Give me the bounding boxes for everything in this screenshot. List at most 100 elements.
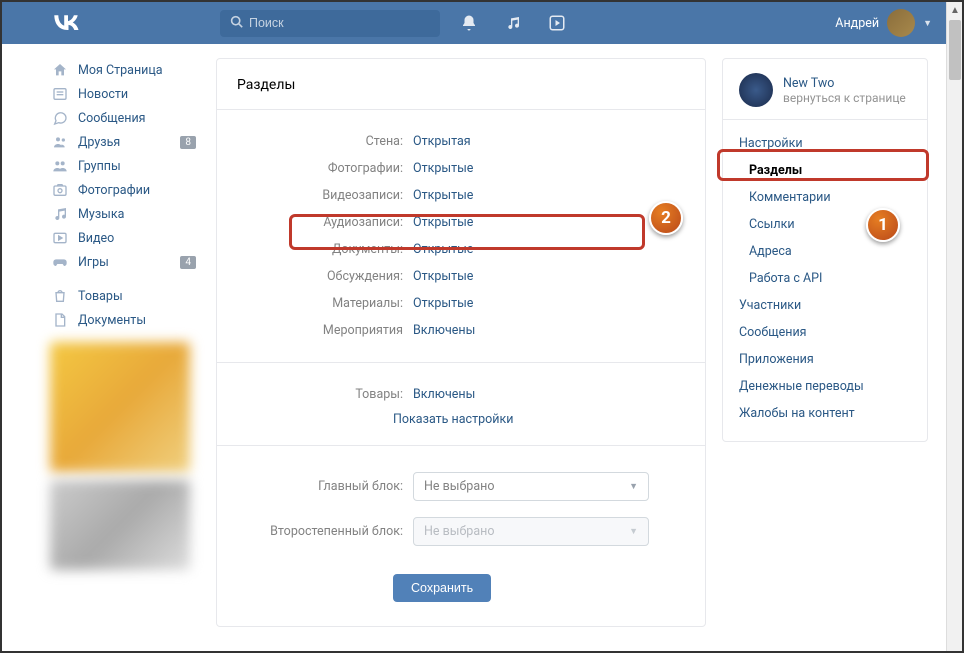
- setting-row: Документы:Открытые: [247, 236, 675, 263]
- chevron-down-icon: ▼: [629, 481, 638, 492]
- nav-item-doc[interactable]: Документы: [50, 308, 200, 332]
- search-input[interactable]: [249, 16, 430, 30]
- scrollbar[interactable]: ▲: [946, 2, 962, 651]
- groups-icon: [50, 158, 70, 174]
- right-nav-item[interactable]: Настройки: [723, 130, 927, 157]
- setting-value[interactable]: Открытые: [413, 215, 473, 230]
- right-nav-item[interactable]: Участники: [723, 292, 927, 319]
- setting-label: Фотографии:: [247, 161, 413, 176]
- nav-label: Видео: [78, 231, 114, 246]
- setting-label: Видеозаписи:: [247, 188, 413, 203]
- msg-icon: [50, 110, 70, 126]
- nav-label: Группы: [78, 159, 121, 174]
- setting-row: Видеозаписи:Открытые: [247, 182, 675, 209]
- setting-value[interactable]: Открытые: [413, 161, 473, 176]
- right-nav: New Two вернуться к странице НастройкиРа…: [722, 58, 928, 442]
- nav-label: Товары: [78, 289, 123, 304]
- setting-row: Стена:Открытая: [247, 128, 675, 155]
- bell-icon[interactable]: [458, 12, 480, 34]
- show-settings-link[interactable]: Показать настройки: [217, 412, 705, 427]
- setting-value[interactable]: Открытые: [413, 242, 473, 257]
- nav-item-games[interactable]: Игры 4: [50, 250, 200, 274]
- select-value: Не выбрано: [424, 524, 494, 539]
- games-icon: [50, 254, 70, 270]
- music-icon: [50, 206, 70, 222]
- vk-logo[interactable]: [52, 11, 80, 35]
- setting-label: Мероприятия: [247, 323, 413, 338]
- nav-label: Игры: [78, 255, 109, 270]
- photos-icon: [50, 182, 70, 198]
- setting-label: Стена:: [247, 134, 413, 149]
- nav-label: Музыка: [78, 207, 124, 222]
- page-title: Разделы: [217, 77, 705, 110]
- secondary-block-label: Второстепенный блок:: [247, 524, 413, 539]
- search-box[interactable]: [220, 10, 440, 37]
- nav-item-video[interactable]: Видео: [50, 226, 200, 250]
- setting-value[interactable]: Открытые: [413, 296, 473, 311]
- play-icon[interactable]: [546, 12, 568, 34]
- scroll-up-icon[interactable]: ▲: [947, 2, 963, 18]
- main-panel: Разделы Стена:ОткрытаяФотографии:Открыты…: [216, 58, 706, 627]
- user-menu[interactable]: Андрей ▼: [835, 9, 932, 37]
- nav-item-photos[interactable]: Фотографии: [50, 178, 200, 202]
- setting-value[interactable]: Включены: [413, 323, 475, 338]
- music-icon[interactable]: [502, 12, 524, 34]
- badge: 4: [180, 256, 196, 269]
- nav-item-friends[interactable]: Друзья8: [50, 130, 200, 154]
- nav-label: Новости: [78, 87, 128, 102]
- chevron-down-icon: ▼: [629, 526, 638, 537]
- doc-icon: [50, 312, 70, 328]
- search-icon: [230, 15, 243, 32]
- nav-item-news[interactable]: Новости: [50, 82, 200, 106]
- right-nav-item[interactable]: Жалобы на контент: [723, 400, 927, 427]
- setting-value[interactable]: Открытые: [413, 188, 473, 203]
- setting-value[interactable]: Открытые: [413, 269, 473, 284]
- ad-block: [50, 480, 190, 570]
- nav-item-msg[interactable]: Сообщения: [50, 106, 200, 130]
- scrollbar-thumb[interactable]: [949, 20, 961, 80]
- bag-icon: [50, 288, 70, 304]
- main-block-select[interactable]: Не выбрано ▼: [413, 472, 649, 501]
- nav-label: Сообщения: [78, 111, 146, 126]
- ad-block: [50, 342, 190, 472]
- setting-row: Обсуждения:Открытые: [247, 263, 675, 290]
- nav-item-bag[interactable]: Товары: [50, 284, 200, 308]
- header: Андрей ▼: [2, 2, 962, 44]
- nav-label: Документы: [78, 313, 146, 328]
- setting-row: Фотографии:Открытые: [247, 155, 675, 182]
- right-nav-item[interactable]: Денежные переводы: [723, 373, 927, 400]
- chevron-down-icon: ▼: [923, 18, 932, 29]
- home-icon: [50, 62, 70, 78]
- products-value[interactable]: Включены: [413, 387, 475, 402]
- right-nav-item[interactable]: Адреса: [723, 238, 927, 265]
- nav-item-music[interactable]: Музыка: [50, 202, 200, 226]
- setting-row: Материалы:Открытые: [247, 290, 675, 317]
- community-name: New Two: [783, 76, 906, 91]
- community-header[interactable]: New Two вернуться к странице: [723, 73, 927, 120]
- badge: 8: [180, 136, 196, 149]
- setting-label: Документы:: [247, 242, 413, 257]
- community-avatar: [739, 73, 773, 107]
- secondary-block-select: Не выбрано ▼: [413, 517, 649, 546]
- nav-item-home[interactable]: Моя Страница: [50, 58, 200, 82]
- setting-value[interactable]: Открытая: [413, 134, 471, 149]
- left-nav: Моя Страница Новости Сообщения Друзья8 Групп…: [50, 58, 200, 627]
- select-value: Не выбрано: [424, 479, 494, 494]
- username: Андрей: [835, 16, 879, 31]
- callout-1: 1: [866, 208, 900, 242]
- video-icon: [50, 230, 70, 246]
- callout-2: 2: [649, 201, 683, 235]
- setting-label: Обсуждения:: [247, 269, 413, 284]
- right-nav-item[interactable]: Комментарии: [723, 184, 927, 211]
- right-nav-item[interactable]: Приложения: [723, 346, 927, 373]
- nav-label: Моя Страница: [78, 63, 163, 78]
- header-icons: [458, 12, 568, 34]
- setting-label: Аудиозаписи:: [247, 215, 413, 230]
- right-nav-item[interactable]: Разделы: [723, 157, 927, 184]
- nav-item-groups[interactable]: Группы: [50, 154, 200, 178]
- setting-row: МероприятияВключены: [247, 317, 675, 344]
- right-nav-item[interactable]: Сообщения: [723, 319, 927, 346]
- right-nav-item[interactable]: Работа с API: [723, 265, 927, 292]
- community-back-link[interactable]: вернуться к странице: [783, 91, 906, 105]
- save-button[interactable]: Сохранить: [393, 574, 491, 602]
